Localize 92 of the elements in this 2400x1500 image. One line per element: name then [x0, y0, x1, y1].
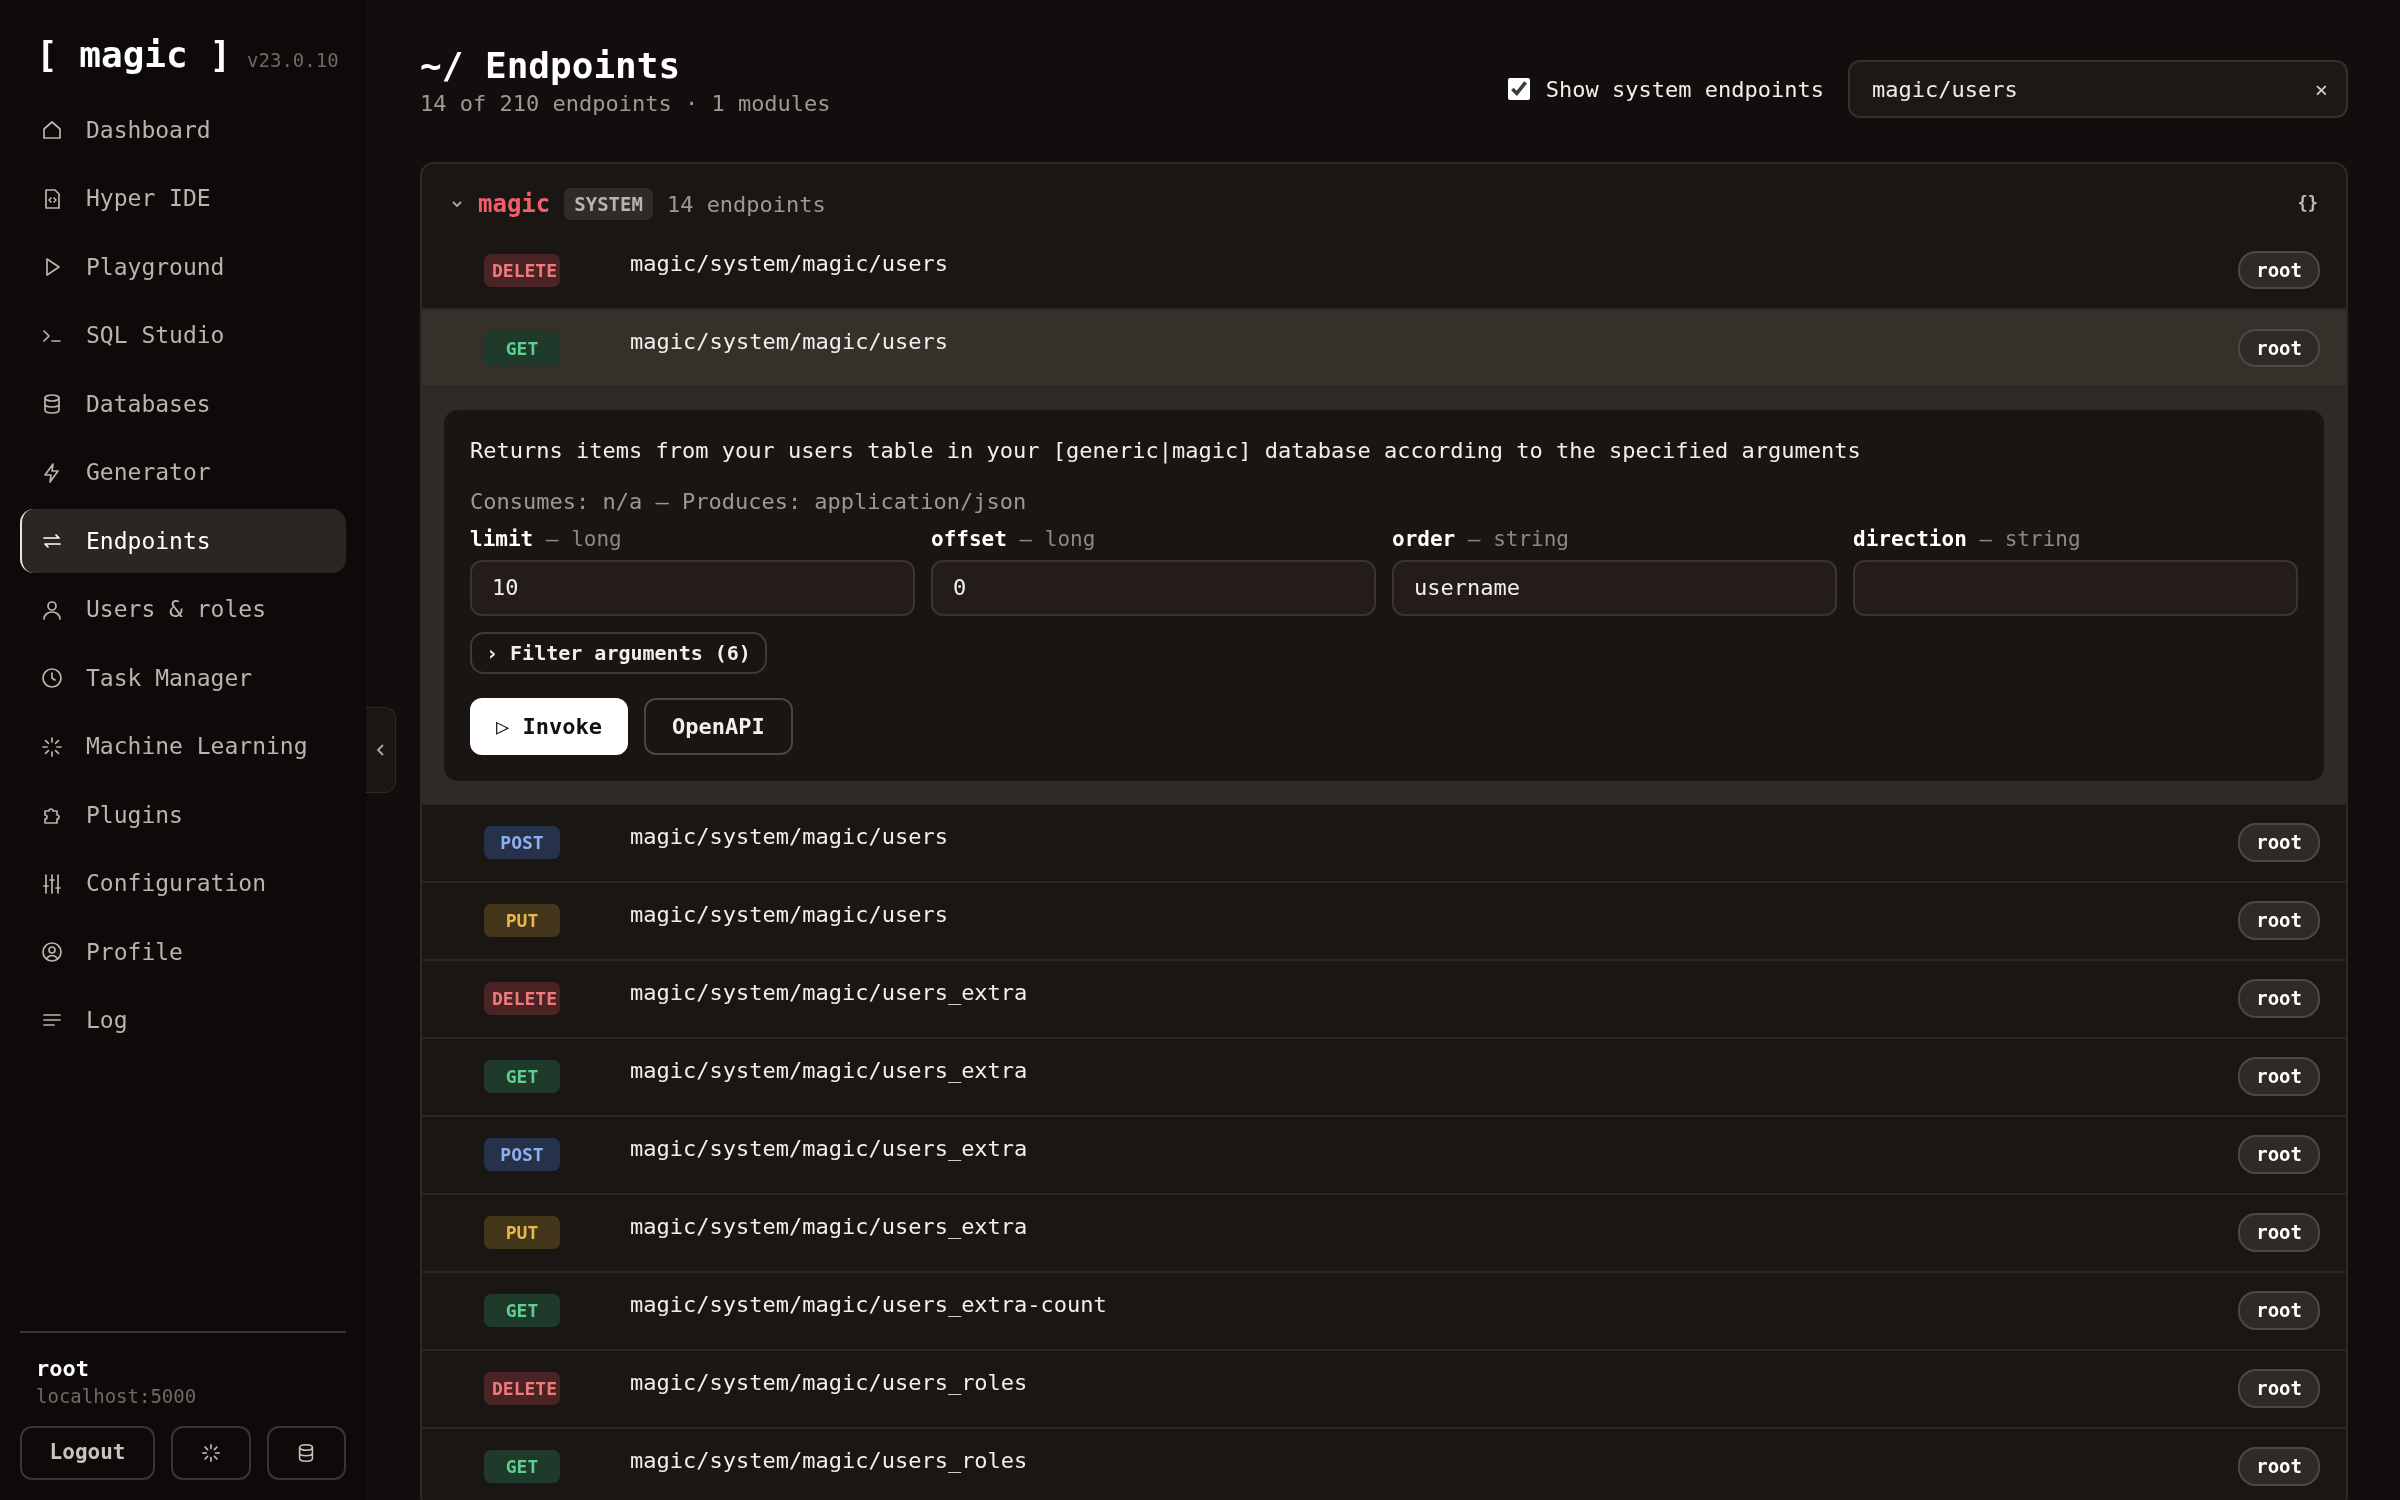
- argument-label: order — string: [1392, 526, 1570, 554]
- endpoint-row[interactable]: POST magic/system/magic/users_extra root: [422, 1116, 2346, 1195]
- method-tag: PUT: [484, 1216, 560, 1250]
- page-title: ~/ Endpoints: [420, 44, 682, 88]
- method-tag: DELETE: [484, 253, 560, 287]
- role-tag: root: [2238, 1369, 2320, 1408]
- openapi-button[interactable]: OpenAPI: [643, 697, 793, 755]
- method-tag: GET: [484, 1450, 560, 1484]
- house-icon: [40, 118, 64, 142]
- endpoint-row[interactable]: DELETE magic/system/magic/users_extra root: [422, 960, 2346, 1039]
- role-tag: root: [2238, 1447, 2320, 1486]
- role-tag: root: [2238, 328, 2320, 368]
- endpoint-path: magic/system/magic/users_roles: [630, 1368, 1029, 1397]
- endpoint-path: magic/system/magic/users_extra: [630, 978, 1029, 1007]
- role-tag: root: [2238, 979, 2320, 1018]
- version-label: v23.0.10: [247, 48, 339, 73]
- endpoint-path: magic/system/magic/users: [630, 328, 949, 357]
- sidebar-item[interactable]: Hyper IDE: [20, 166, 346, 231]
- module-endpoint-count: 14 endpoints: [666, 190, 827, 219]
- argument-label: direction — string: [1853, 526, 2082, 554]
- argument-label: limit — long: [470, 526, 623, 554]
- invoke-button[interactable]: ▷ Invoke: [470, 697, 628, 755]
- logout-button[interactable]: Logout: [20, 1426, 156, 1480]
- role-tag: root: [2238, 1213, 2320, 1252]
- filter-arguments-toggle[interactable]: › Filter arguments (6): [470, 631, 767, 674]
- endpoint-count: 14 of 210 endpoints · 1 modules: [420, 90, 831, 119]
- role-tag: root: [2238, 1291, 2320, 1330]
- method-tag: GET: [484, 1060, 560, 1094]
- database-button[interactable]: [266, 1426, 346, 1480]
- argument-label: offset — long: [931, 526, 1097, 554]
- endpoint-description: Returns items from your users table in your [generic|magic] database according to the specified arguments: [470, 437, 1862, 466]
- format-info: Consumes: n/a — Produces: application/json: [470, 488, 1028, 517]
- endpoint-path: magic/system/magic/users: [630, 250, 949, 279]
- show-system-checkbox[interactable]: [1507, 78, 1530, 100]
- sidebar-item[interactable]: Machine Learning: [20, 714, 346, 779]
- sidebar-item[interactable]: SQL Studio: [20, 303, 346, 368]
- endpoint-row[interactable]: PUT magic/system/magic/users root: [422, 882, 2346, 961]
- argument-input[interactable]: 0: [931, 559, 1376, 616]
- method-tag: GET: [484, 331, 560, 365]
- endpoint-row[interactable]: GET magic/system/magic/users root: [422, 310, 2346, 389]
- endpoint-row[interactable]: GET magic/system/magic/users_extra-count root: [422, 1272, 2346, 1351]
- spinner-icon: [40, 734, 64, 759]
- endpoint-path: magic/system/magic/users_roles: [630, 1446, 1029, 1475]
- sliders-icon: [40, 871, 64, 896]
- sidebar-item[interactable]: Endpoints: [20, 509, 346, 573]
- module-name: magic: [478, 189, 551, 221]
- schema-button[interactable]: {}: [2297, 191, 2318, 217]
- endpoint-row[interactable]: DELETE magic/system/magic/users_roles root: [422, 1350, 2346, 1429]
- logo: [ magic ]: [36, 33, 232, 77]
- endpoint-row[interactable]: POST magic/system/magic/users root: [422, 804, 2346, 883]
- argument-input[interactable]: username: [1392, 559, 1837, 616]
- sidebar-item[interactable]: Log: [20, 988, 346, 1053]
- sidebar-item[interactable]: Databases: [20, 372, 346, 436]
- user-name: root: [36, 1357, 90, 1382]
- endpoint-path: magic/system/magic/users: [630, 900, 949, 929]
- checkbox-label: Show system endpoints: [1545, 75, 1824, 104]
- spinner-icon: [199, 1442, 222, 1464]
- method-tag: PUT: [484, 904, 560, 938]
- method-tag: POST: [484, 826, 560, 860]
- method-tag: GET: [484, 1294, 560, 1328]
- sidebar-item[interactable]: Dashboard: [20, 98, 346, 162]
- endpoint-row[interactable]: GET magic/system/magic/users_extra root: [422, 1038, 2346, 1117]
- role-tag: root: [2238, 1057, 2320, 1096]
- endpoint-path: magic/system/magic/users_extra: [630, 1056, 1029, 1085]
- argument-input[interactable]: [1853, 559, 2298, 616]
- sidebar-item[interactable]: Playground: [20, 235, 346, 299]
- argument-input[interactable]: 10: [470, 559, 915, 616]
- sidebar-item[interactable]: Profile: [20, 920, 346, 984]
- user-circle-icon: [40, 940, 64, 964]
- sidebar-item[interactable]: Configuration: [20, 851, 346, 916]
- clock-icon: [40, 666, 64, 690]
- method-tag: DELETE: [484, 982, 560, 1016]
- endpoint-path: magic/system/magic/users_extra: [630, 1134, 1029, 1163]
- system-tag: SYSTEM: [564, 187, 653, 221]
- endpoint-row[interactable]: GET magic/system/magic/users_roles root: [422, 1428, 2346, 1500]
- method-tag: DELETE: [484, 1372, 560, 1406]
- endpoint-path: magic/system/magic/users_extra-count: [630, 1290, 1108, 1319]
- search-field[interactable]: magic/users ×: [1848, 60, 2348, 118]
- sidebar-item[interactable]: Plugins: [20, 783, 346, 847]
- sidebar-item[interactable]: Users & roles: [20, 577, 346, 642]
- endpoint-path: magic/system/magic/users: [630, 822, 949, 851]
- clear-button[interactable]: ×: [2314, 72, 2328, 106]
- role-tag: root: [2238, 1135, 2320, 1174]
- endpoint-path: magic/system/magic/users_extra: [630, 1212, 1029, 1241]
- sidebar-item[interactable]: Task Manager: [20, 646, 346, 710]
- role-tag: root: [2238, 250, 2320, 290]
- endpoint-row[interactable]: PUT magic/system/magic/users_extra root: [422, 1194, 2346, 1273]
- role-tag: root: [2238, 901, 2320, 940]
- role-tag: root: [2238, 823, 2320, 862]
- method-tag: POST: [484, 1138, 560, 1172]
- sidebar-item[interactable]: Generator: [20, 440, 346, 505]
- host-label: localhost:5000: [36, 1383, 198, 1409]
